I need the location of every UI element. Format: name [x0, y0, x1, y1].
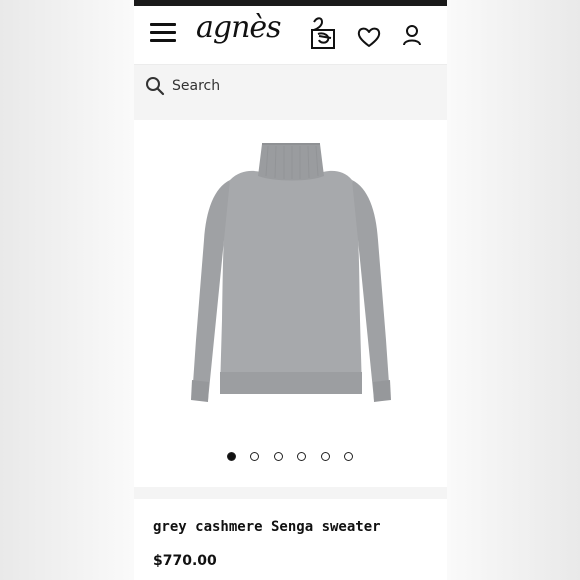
- product-info: grey cashmere Senga sweater $770.00: [134, 499, 447, 580]
- spacer: [134, 106, 447, 120]
- carousel-dot[interactable]: [227, 452, 236, 461]
- carousel-dot[interactable]: [250, 452, 259, 461]
- product-name[interactable]: grey cashmere Senga sweater: [153, 519, 381, 535]
- carousel-dot[interactable]: [274, 452, 283, 461]
- search-icon[interactable]: [145, 76, 165, 96]
- product-price: $770.00: [153, 553, 217, 569]
- site-header: agnès: [134, 6, 447, 64]
- phone-screen: agnès Search grey cashmere Senga sweater…: [134, 0, 447, 580]
- right-background: [446, 0, 580, 580]
- carousel-dot[interactable]: [297, 452, 306, 461]
- carousel-dots: [134, 452, 447, 464]
- search-bar: [134, 64, 447, 106]
- user-icon[interactable]: [402, 24, 422, 46]
- spacer: [134, 487, 447, 499]
- hamburger-menu-icon[interactable]: [150, 23, 176, 43]
- product-image[interactable]: [162, 140, 418, 430]
- left-background: [0, 0, 134, 580]
- shopping-bag-icon[interactable]: [308, 16, 338, 50]
- carousel-dot[interactable]: [344, 452, 353, 461]
- brand-logo[interactable]: agnès: [196, 10, 282, 45]
- carousel-dot[interactable]: [321, 452, 330, 461]
- heart-icon[interactable]: [357, 26, 381, 48]
- search-input[interactable]: [172, 73, 422, 99]
- product-image-carousel[interactable]: [134, 120, 447, 487]
